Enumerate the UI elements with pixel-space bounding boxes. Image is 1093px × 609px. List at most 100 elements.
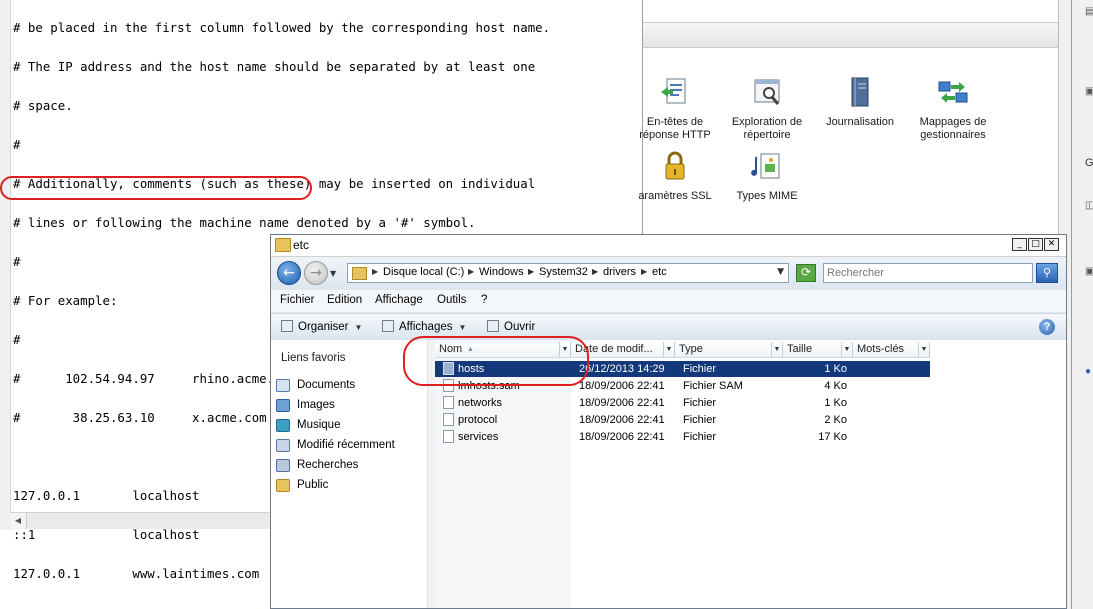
nav-item-label: Public [297, 479, 329, 491]
column-header-keywords[interactable]: Mots-clés ▼ [853, 342, 930, 358]
chevron-right-icon[interactable]: ▶ [641, 267, 647, 276]
refresh-button[interactable]: ⟳ [796, 264, 816, 282]
file-type: Fichier [683, 397, 717, 409]
chevron-right-icon[interactable]: ▶ [372, 267, 378, 276]
feature-label: répertoire [743, 129, 791, 141]
nav-item-searches[interactable]: Recherches [275, 457, 425, 475]
searches-icon [276, 459, 290, 472]
menu-tools[interactable]: Outils [437, 294, 466, 306]
feature-label: gestionnaires [920, 129, 986, 141]
chevron-right-icon[interactable]: ▶ [468, 267, 474, 276]
clipped-text: G [1085, 157, 1093, 169]
back-button[interactable]: ← [277, 261, 301, 285]
file-row-protocol[interactable]: protocol 18/09/2006 22:41 Fichier 2 Ko [435, 412, 930, 428]
menu-help[interactable]: ? [481, 294, 487, 306]
column-header-type[interactable]: Type ▼ [675, 342, 783, 358]
menu-file[interactable]: Fichier [280, 294, 315, 306]
feature-http-response-headers[interactable]: En-têtes de réponse HTTP [630, 76, 720, 142]
help-button[interactable]: ? [1039, 319, 1055, 335]
column-header-size[interactable]: Taille ▼ [783, 342, 853, 358]
nav-item-label: Images [297, 399, 335, 411]
chevron-right-icon[interactable]: ▶ [592, 267, 598, 276]
feature-handler-mappings[interactable]: Mappages de gestionnaires [908, 76, 998, 142]
column-label: Mots-clés [857, 343, 905, 355]
nav-item-label: Recherches [297, 459, 359, 471]
nav-item-images[interactable]: Images [275, 397, 425, 415]
file-date: 18/09/2006 22:41 [579, 397, 665, 409]
feature-ssl-settings[interactable]: aramètres SSL [630, 150, 720, 203]
file-name: protocol [458, 414, 498, 426]
scroll-left-icon[interactable]: ◀ [10, 513, 27, 529]
nav-item-music[interactable]: Musique [275, 417, 425, 435]
breadcrumb-system32[interactable]: System32 [539, 266, 588, 278]
feature-label: Exploration de [731, 116, 803, 128]
chevron-right-icon[interactable]: ▶ [528, 267, 534, 276]
file-icon [443, 396, 454, 409]
chevron-down-icon[interactable]: ▼ [918, 342, 929, 357]
clipped-icon: ▤ [1085, 6, 1093, 17]
chevron-down-icon[interactable]: ▼ [771, 342, 782, 357]
close-button[interactable]: ✕ [1044, 238, 1059, 251]
column-label: Taille [787, 343, 813, 355]
minimize-button[interactable]: _ [1012, 238, 1027, 251]
feature-label: En-têtes de [646, 116, 704, 128]
images-icon [276, 399, 290, 412]
ssl-lock-icon [665, 151, 685, 180]
text-line: # be placed in the first column followed… [13, 20, 551, 35]
menu-view[interactable]: Affichage [375, 294, 423, 306]
file-type: Fichier [683, 363, 717, 375]
address-field[interactable]: ▶ Disque local (C:) ▶ Windows ▶ System32… [347, 263, 789, 283]
search-button[interactable]: ⚲ [1036, 263, 1058, 283]
views-icon [382, 320, 394, 332]
breadcrumb-drivers[interactable]: drivers [603, 266, 636, 278]
file-date: 18/09/2006 22:41 [579, 414, 665, 426]
views-button[interactable]: Affichages ▼ [382, 320, 466, 333]
search-input[interactable] [823, 263, 1033, 283]
chevron-down-icon[interactable]: ▼ [841, 342, 852, 357]
nav-item-recent[interactable]: Modifié récemment [275, 437, 425, 455]
music-icon [276, 419, 290, 432]
nav-item-documents[interactable]: Documents [275, 377, 425, 395]
text-line: # [13, 137, 21, 152]
views-label: Affichages [399, 321, 453, 333]
text-line: # space. [13, 98, 73, 113]
breadcrumb-windows[interactable]: Windows [479, 266, 524, 278]
file-size: 17 Ko [818, 431, 847, 443]
file-type: Fichier [683, 431, 717, 443]
feature-directory-browsing[interactable]: Exploration de répertoire [722, 76, 812, 142]
file-row-networks[interactable]: networks 18/09/2006 22:41 Fichier 1 Ko [435, 395, 930, 411]
open-button[interactable]: Ouvrir [487, 320, 535, 333]
address-bar: ← → ▼ ▶ Disque local (C:) ▶ Windows ▶ Sy… [271, 257, 1066, 289]
chevron-down-icon[interactable]: ▼ [663, 342, 674, 357]
menu-edit[interactable]: Edition [327, 294, 362, 306]
nav-item-label: Musique [297, 419, 341, 431]
breadcrumb-drive[interactable]: Disque local (C:) [383, 266, 464, 278]
file-type: Fichier [683, 414, 717, 426]
feature-label: réponse HTTP [639, 129, 711, 141]
feature-mime-types[interactable]: Types MIME [722, 150, 812, 203]
file-row-services[interactable]: services 18/09/2006 22:41 Fichier 17 Ko [435, 429, 930, 445]
breadcrumb-etc[interactable]: etc [652, 266, 667, 278]
nav-item-public[interactable]: Public [275, 477, 425, 495]
annotation-circle-hosts-file [403, 336, 589, 386]
organize-icon [281, 320, 293, 332]
file-name: networks [458, 397, 503, 409]
help-icon: ● [1085, 366, 1092, 377]
maximize-button[interactable]: □ [1028, 238, 1043, 251]
feature-label: aramètres SSL [638, 190, 712, 202]
mime-types-icon [751, 153, 780, 179]
forward-button[interactable]: → [304, 261, 328, 285]
organize-label: Organiser [298, 321, 349, 333]
address-dropdown-icon[interactable]: ▼ [777, 267, 784, 277]
column-label: Type [679, 343, 703, 355]
recent-pages-dropdown-icon[interactable]: ▼ [330, 269, 336, 278]
file-name: services [458, 431, 499, 443]
handler-mappings-icon [938, 81, 968, 103]
organize-button[interactable]: Organiser ▼ [281, 320, 362, 333]
nav-item-label: Modifié récemment [297, 439, 395, 451]
annotation-circle-host-entry [0, 176, 312, 200]
feature-label: Journalisation [826, 116, 894, 128]
window-titlebar[interactable]: etc _ □ ✕ [271, 235, 1066, 257]
open-label: Ouvrir [504, 321, 536, 333]
feature-logging[interactable]: Journalisation [815, 76, 905, 129]
